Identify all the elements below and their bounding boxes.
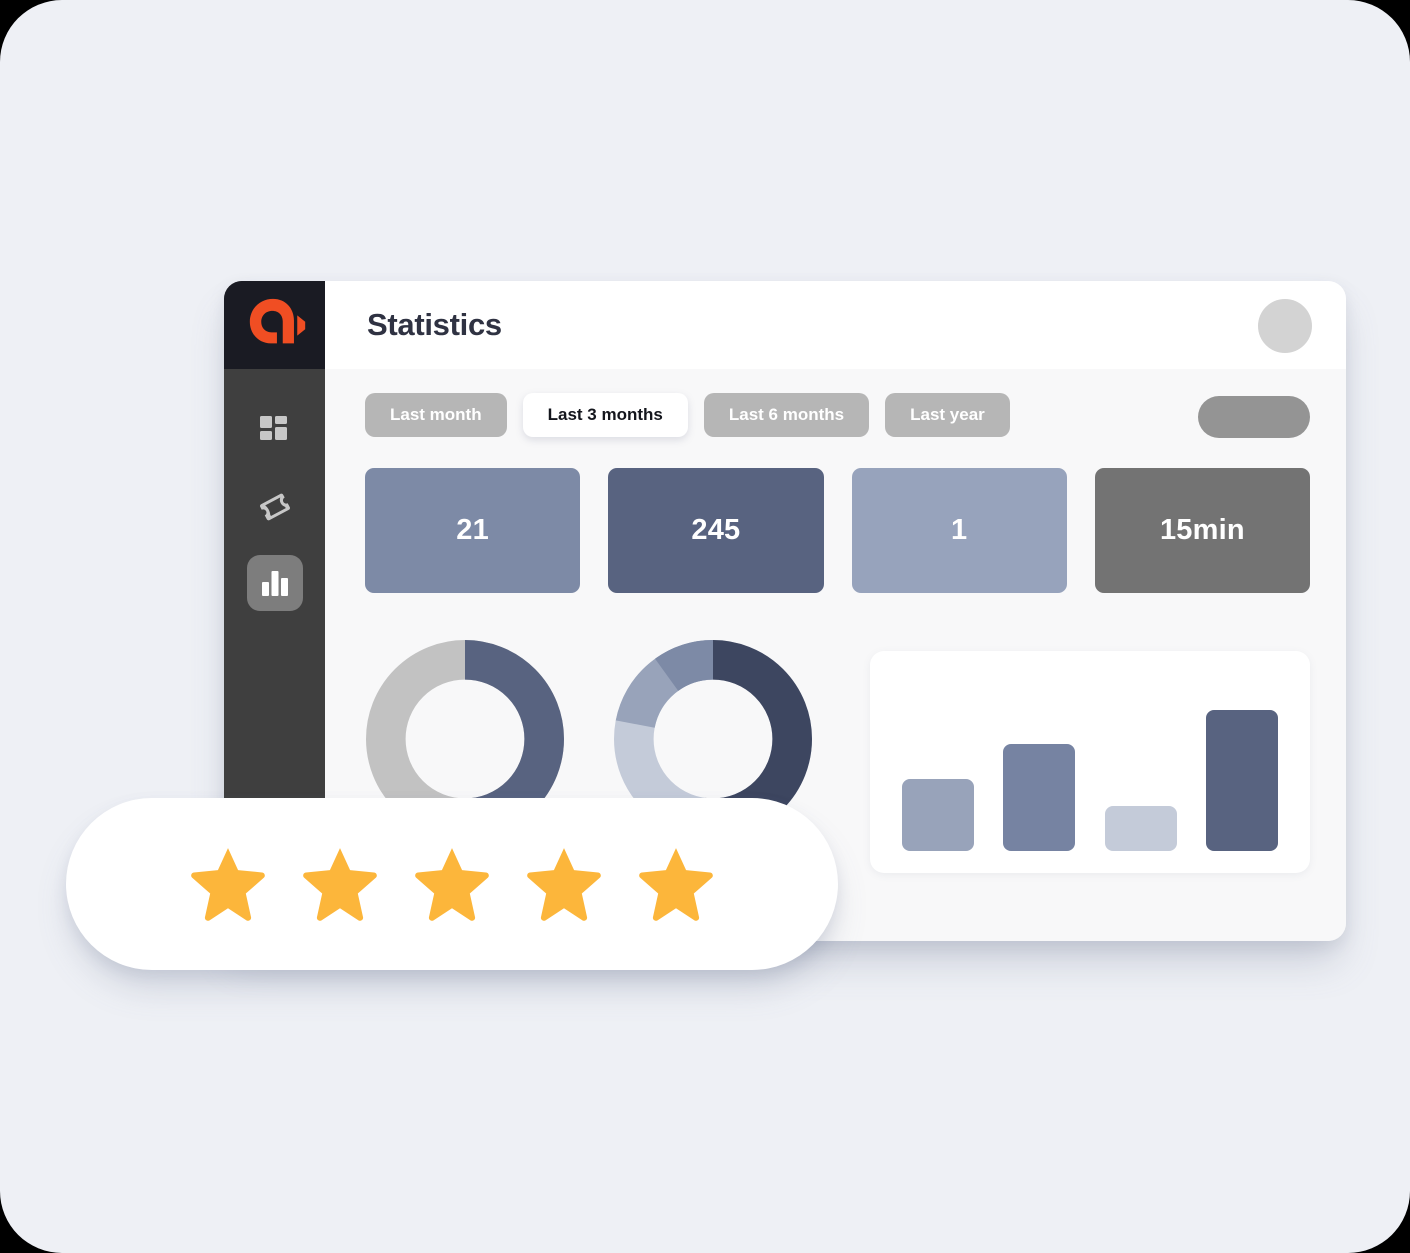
star-icon[interactable] [406,840,498,928]
star-icon[interactable] [630,840,722,928]
stat-card-total[interactable]: 245 [608,468,824,593]
star-icon[interactable] [294,840,386,928]
star-icon[interactable] [518,840,610,928]
stat-cards: 21 245 1 15min [365,468,1310,593]
bar-3 [1104,806,1177,851]
dashboard-grid-icon [259,416,287,440]
sidebar-item-tickets[interactable] [224,469,325,545]
filter-chip-last-6-months[interactable]: Last 6 months [703,393,870,437]
filter-chip-last-year[interactable]: Last year [885,393,1010,437]
sidebar-item-statistics[interactable] [224,545,325,621]
action-pill-button[interactable] [1198,396,1310,438]
rating-card [66,798,838,970]
bar-chart-icon [261,571,288,596]
header: Statistics [325,281,1346,369]
sidebar-nav [224,393,325,621]
filter-chip-last-3-months[interactable]: Last 3 months [522,393,688,437]
avatar[interactable] [1258,299,1312,353]
ticket-icon [259,493,290,521]
bar-2 [1003,744,1076,851]
filter-chip-last-month[interactable]: Last month [365,393,507,437]
page-title: Statistics [367,307,502,342]
stat-card-duration[interactable]: 15min [1094,468,1310,593]
bar-chart[interactable] [902,679,1278,851]
aircall-logo-icon [249,298,305,344]
bar-1 [902,778,974,851]
bar-4 [1205,709,1278,851]
star-icon[interactable] [182,840,274,928]
app-logo[interactable] [224,281,325,369]
app-canvas: Statistics Last month Last 3 months Last… [0,0,1410,1253]
stat-card-calls[interactable]: 21 [365,468,581,593]
stat-card-missed[interactable]: 1 [851,468,1067,593]
sidebar-item-dashboard[interactable] [224,393,325,469]
bar-chart-panel [870,651,1310,873]
date-range-filters: Last month Last 3 months Last 6 months L… [365,393,1010,437]
